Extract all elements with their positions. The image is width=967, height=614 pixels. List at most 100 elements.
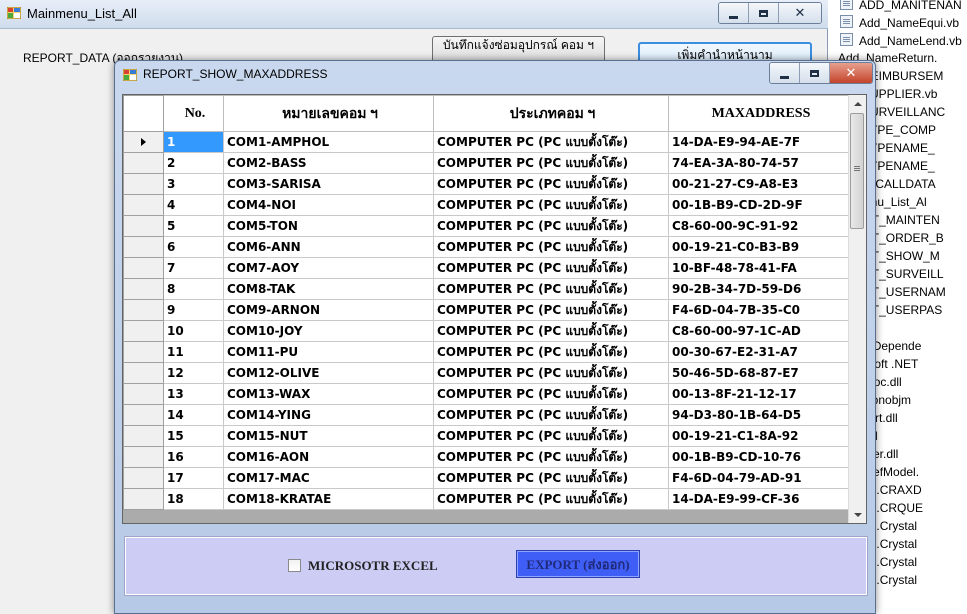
- scroll-down-button[interactable]: [849, 506, 866, 523]
- row-header[interactable]: [123, 362, 164, 384]
- cell-computer-number[interactable]: COM14-YING: [223, 404, 434, 426]
- cell-no[interactable]: 5: [163, 215, 224, 237]
- cell-maxaddress[interactable]: C8-60-00-9C-91-92: [668, 215, 851, 237]
- table-row[interactable]: 10 COM10-JOY COMPUTER PC (PC แบบตั้งโต๊ะ) C…: [123, 320, 851, 342]
- cell-no[interactable]: 7: [163, 257, 224, 279]
- cell-no[interactable]: 2: [163, 152, 224, 174]
- table-row[interactable]: 7 COM7-AOY COMPUTER PC (PC แบบตั้งโต๊ะ) 10-…: [123, 257, 851, 279]
- main-title-bar[interactable]: Mainmenu_List_All ✕: [0, 0, 828, 29]
- main-maximize-button[interactable]: [749, 3, 779, 23]
- cell-computer-number[interactable]: COM11-PU: [223, 341, 434, 363]
- cell-computer-type[interactable]: COMPUTER PC (PC แบบตั้งโต๊ะ): [433, 131, 669, 153]
- cell-computer-number[interactable]: COM15-NUT: [223, 425, 434, 447]
- row-header[interactable]: [123, 215, 164, 237]
- cell-computer-type[interactable]: COMPUTER PC (PC แบบตั้งโต๊ะ): [433, 404, 669, 426]
- cell-no[interactable]: 14: [163, 404, 224, 426]
- cell-computer-number[interactable]: COM4-NOI: [223, 194, 434, 216]
- cell-computer-number[interactable]: COM12-OLIVE: [223, 362, 434, 384]
- cell-computer-type[interactable]: COMPUTER PC (PC แบบตั้งโต๊ะ): [433, 152, 669, 174]
- cell-computer-type[interactable]: COMPUTER PC (PC แบบตั้งโต๊ะ): [433, 215, 669, 237]
- cell-computer-type[interactable]: COMPUTER PC (PC แบบตั้งโต๊ะ): [433, 488, 669, 510]
- cell-computer-number[interactable]: COM9-ARNON: [223, 299, 434, 321]
- cell-computer-number[interactable]: COM2-BASS: [223, 152, 434, 174]
- row-header[interactable]: [123, 173, 164, 195]
- cell-maxaddress[interactable]: 90-2B-34-7D-59-D6: [668, 278, 851, 300]
- cell-no[interactable]: 8: [163, 278, 224, 300]
- cell-computer-type[interactable]: COMPUTER PC (PC แบบตั้งโต๊ะ): [433, 278, 669, 300]
- cell-no[interactable]: 6: [163, 236, 224, 258]
- cell-no[interactable]: 18: [163, 488, 224, 510]
- table-row[interactable]: 3 COM3-SARISA COMPUTER PC (PC แบบตั้งโต๊ะ)…: [123, 173, 851, 195]
- cell-computer-number[interactable]: COM16-AON: [223, 446, 434, 468]
- cell-computer-type[interactable]: COMPUTER PC (PC แบบตั้งโต๊ะ): [433, 467, 669, 489]
- table-row[interactable]: 18 COM18-KRATAE COMPUTER PC (PC แบบตั้งโต๊…: [123, 488, 851, 510]
- row-header[interactable]: [123, 131, 164, 153]
- table-row[interactable]: 2 COM2-BASS COMPUTER PC (PC แบบตั้งโต๊ะ) 74…: [123, 152, 851, 174]
- main-minimize-button[interactable]: [719, 3, 749, 23]
- cell-maxaddress[interactable]: 00-13-8F-21-12-17: [668, 383, 851, 405]
- row-header[interactable]: [123, 299, 164, 321]
- microsoft-excel-label[interactable]: MICROSOTR EXCEL: [308, 558, 438, 574]
- table-row[interactable]: 13 COM13-WAX COMPUTER PC (PC แบบตั้งโต๊ะ) 0…: [123, 383, 851, 405]
- cell-maxaddress[interactable]: 00-21-27-C9-A8-E3: [668, 173, 851, 195]
- solution-explorer-item[interactable]: Add_NameLend.vb: [840, 33, 962, 48]
- export-button[interactable]: EXPORT (ส่งออก): [516, 550, 640, 578]
- cell-computer-type[interactable]: COMPUTER PC (PC แบบตั้งโต๊ะ): [433, 194, 669, 216]
- table-row[interactable]: 15 COM15-NUT COMPUTER PC (PC แบบตั้งโต๊ะ) 0…: [123, 425, 851, 447]
- cell-computer-number[interactable]: COM17-MAC: [223, 467, 434, 489]
- cell-maxaddress[interactable]: 14-DA-E9-94-AE-7F: [668, 131, 851, 153]
- table-row[interactable]: 11 COM11-PU COMPUTER PC (PC แบบตั้งโต๊ะ) 00…: [123, 341, 851, 363]
- cell-maxaddress[interactable]: 00-1B-B9-CD-2D-9F: [668, 194, 851, 216]
- cell-maxaddress[interactable]: 00-30-67-E2-31-A7: [668, 341, 851, 363]
- cell-computer-type[interactable]: COMPUTER PC (PC แบบตั้งโต๊ะ): [433, 341, 669, 363]
- row-header[interactable]: [123, 383, 164, 405]
- cell-computer-number[interactable]: COM8-TAK: [223, 278, 434, 300]
- row-header[interactable]: [123, 404, 164, 426]
- cell-no[interactable]: 3: [163, 173, 224, 195]
- dialog-minimize-button[interactable]: [770, 63, 800, 83]
- cell-computer-type[interactable]: COMPUTER PC (PC แบบตั้งโต๊ะ): [433, 320, 669, 342]
- cell-maxaddress[interactable]: 94-D3-80-1B-64-D5: [668, 404, 851, 426]
- cell-maxaddress[interactable]: C8-60-00-97-1C-AD: [668, 320, 851, 342]
- row-header[interactable]: [123, 257, 164, 279]
- row-header[interactable]: [123, 446, 164, 468]
- cell-computer-type[interactable]: COMPUTER PC (PC แบบตั้งโต๊ะ): [433, 446, 669, 468]
- grid-vertical-scrollbar[interactable]: [848, 95, 866, 523]
- row-header[interactable]: [123, 425, 164, 447]
- cell-computer-type[interactable]: COMPUTER PC (PC แบบตั้งโต๊ะ): [433, 257, 669, 279]
- microsoft-excel-checkbox[interactable]: [288, 559, 301, 572]
- cell-computer-number[interactable]: COM3-SARISA: [223, 173, 434, 195]
- cell-no[interactable]: 1: [163, 131, 224, 153]
- row-header[interactable]: [123, 236, 164, 258]
- cell-computer-type[interactable]: COMPUTER PC (PC แบบตั้งโต๊ะ): [433, 362, 669, 384]
- cell-maxaddress[interactable]: 74-EA-3A-80-74-57: [668, 152, 851, 174]
- cell-maxaddress[interactable]: F4-6D-04-79-AD-91: [668, 467, 851, 489]
- cell-no[interactable]: 15: [163, 425, 224, 447]
- row-header[interactable]: [123, 467, 164, 489]
- cell-maxaddress[interactable]: 10-BF-48-78-41-FA: [668, 257, 851, 279]
- table-row[interactable]: 8 COM8-TAK COMPUTER PC (PC แบบตั้งโต๊ะ) 90-…: [123, 278, 851, 300]
- column-header-computer-number[interactable]: หมายเลขคอม ฯ: [223, 95, 434, 132]
- table-row[interactable]: 14 COM14-YING COMPUTER PC (PC แบบตั้งโต๊ะ)…: [123, 404, 851, 426]
- table-row[interactable]: 5 COM5-TON COMPUTER PC (PC แบบตั้งโต๊ะ) C8-…: [123, 215, 851, 237]
- cell-no[interactable]: 13: [163, 383, 224, 405]
- cell-computer-number[interactable]: COM1-AMPHOL: [223, 131, 434, 153]
- cell-maxaddress[interactable]: 00-1B-B9-CD-10-76: [668, 446, 851, 468]
- dialog-close-button[interactable]: ✕: [830, 63, 872, 83]
- cell-maxaddress[interactable]: 50-46-5D-68-87-E7: [668, 362, 851, 384]
- solution-explorer-item[interactable]: ADD_MANITENAN: [840, 0, 962, 12]
- cell-maxaddress[interactable]: 00-19-21-C0-B3-B9: [668, 236, 851, 258]
- cell-no[interactable]: 16: [163, 446, 224, 468]
- column-header-maxaddress[interactable]: MAXADDRESS: [668, 95, 851, 132]
- cell-computer-type[interactable]: COMPUTER PC (PC แบบตั้งโต๊ะ): [433, 236, 669, 258]
- cell-computer-number[interactable]: COM13-WAX: [223, 383, 434, 405]
- cell-maxaddress[interactable]: 14-DA-E9-99-CF-36: [668, 488, 851, 510]
- cell-no[interactable]: 17: [163, 467, 224, 489]
- cell-computer-number[interactable]: COM10-JOY: [223, 320, 434, 342]
- dialog-maximize-button[interactable]: [800, 63, 830, 83]
- table-row[interactable]: 17 COM17-MAC COMPUTER PC (PC แบบตั้งโต๊ะ) F…: [123, 467, 851, 489]
- main-close-button[interactable]: ✕: [779, 3, 821, 23]
- cell-no[interactable]: 11: [163, 341, 224, 363]
- scroll-up-button[interactable]: [849, 95, 866, 112]
- cell-computer-type[interactable]: COMPUTER PC (PC แบบตั้งโต๊ะ): [433, 173, 669, 195]
